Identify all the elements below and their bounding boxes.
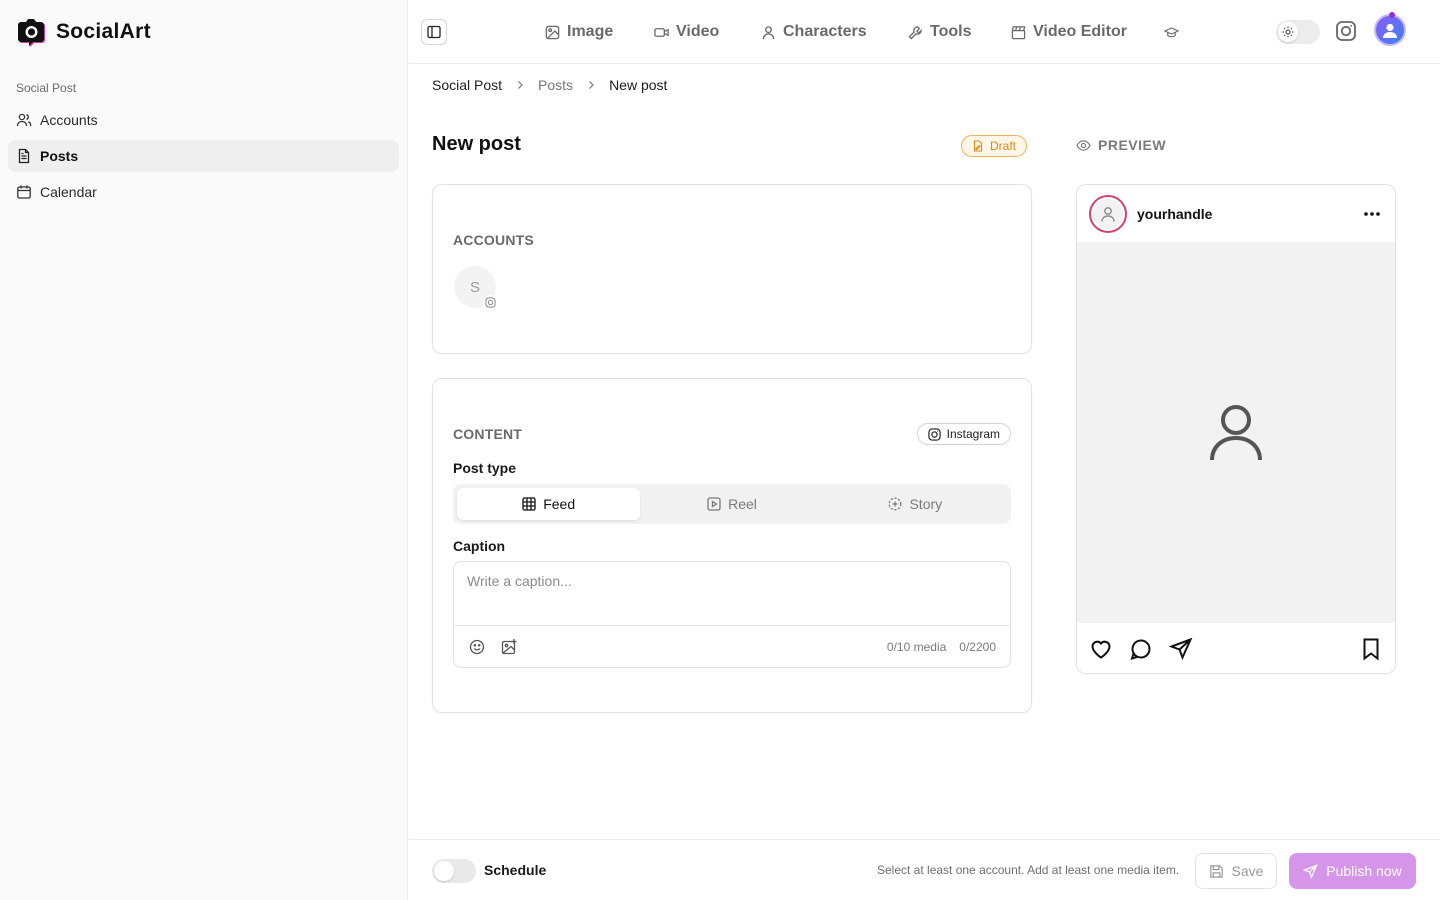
account-initial: S bbox=[469, 278, 480, 296]
user-icon bbox=[1101, 206, 1115, 222]
grid-icon bbox=[522, 497, 536, 511]
schedule-label: Schedule bbox=[484, 862, 547, 878]
instagram-icon bbox=[927, 427, 941, 441]
chevron-right-icon bbox=[589, 81, 594, 89]
preview-handle: yourhandle bbox=[1137, 205, 1213, 222]
nav-tools[interactable]: Tools bbox=[908, 20, 971, 44]
clapperboard-icon bbox=[1011, 25, 1026, 39]
send-icon[interactable] bbox=[1169, 637, 1193, 661]
action-bar: Schedule Select at least one account. Ad… bbox=[409, 839, 1440, 900]
nav-characters[interactable]: Characters bbox=[761, 20, 867, 44]
video-icon bbox=[654, 27, 669, 37]
calendar-icon bbox=[17, 185, 31, 199]
content-card: CONTENT Instagram Post type Feed Reel St… bbox=[432, 378, 1032, 713]
preview-avatar bbox=[1089, 194, 1127, 233]
graduation-cap-icon bbox=[1164, 26, 1179, 37]
document-icon bbox=[18, 148, 30, 164]
camera-logo-icon bbox=[18, 19, 45, 47]
account-platform-badge bbox=[483, 295, 497, 309]
app-name: SocialArt bbox=[56, 20, 151, 43]
preview-media-placeholder bbox=[1077, 242, 1395, 623]
comment-icon[interactable] bbox=[1129, 637, 1153, 661]
more-horizontal-icon bbox=[1364, 211, 1380, 216]
sidebar-item-label: Posts bbox=[40, 148, 79, 164]
sidebar-toggle-button[interactable] bbox=[421, 19, 447, 45]
nav-learn[interactable] bbox=[1164, 20, 1179, 44]
story-icon bbox=[889, 497, 902, 511]
validation-hint: Select at least one account. Add at leas… bbox=[877, 863, 1180, 877]
save-icon bbox=[1209, 864, 1223, 878]
sun-icon bbox=[1282, 26, 1294, 38]
platform-chip[interactable]: Instagram bbox=[916, 423, 1011, 445]
char-count: 0/2200 bbox=[959, 639, 996, 654]
page-title: New post bbox=[432, 133, 521, 155]
user-avatar-icon bbox=[1383, 23, 1397, 38]
caption-editor: 0/10 media 0/2200 bbox=[453, 561, 1011, 668]
post-type-label: Post type bbox=[453, 460, 517, 476]
post-type-feed[interactable]: Feed bbox=[457, 488, 641, 520]
breadcrumb-current: New post bbox=[609, 77, 668, 93]
theme-toggle[interactable] bbox=[1276, 20, 1320, 44]
instagram-icon[interactable] bbox=[1335, 20, 1357, 42]
instagram-icon bbox=[484, 296, 496, 308]
post-preview: yourhandle bbox=[1076, 184, 1396, 674]
heart-icon[interactable] bbox=[1089, 637, 1113, 661]
sidebar-item-label: Accounts bbox=[40, 112, 98, 128]
caption-input[interactable] bbox=[454, 562, 1010, 626]
breadcrumb-social-post[interactable]: Social Post bbox=[432, 77, 502, 93]
status-badge-label: Draft bbox=[990, 139, 1017, 153]
emoji-icon[interactable] bbox=[468, 638, 486, 656]
post-type-selector: Feed Reel Story bbox=[453, 484, 1011, 524]
play-square-icon bbox=[707, 497, 721, 511]
accounts-card: ACCOUNTS S bbox=[432, 184, 1032, 354]
caption-toolbar: 0/10 media 0/2200 bbox=[454, 625, 1010, 667]
add-image-icon[interactable] bbox=[500, 638, 518, 656]
user-placeholder-icon bbox=[1210, 404, 1262, 460]
app-logo[interactable]: SocialArt bbox=[16, 16, 151, 48]
chevron-right-icon bbox=[518, 81, 523, 89]
file-edit-icon bbox=[973, 140, 983, 152]
accounts-label: ACCOUNTS bbox=[453, 232, 534, 248]
caption-label: Caption bbox=[453, 538, 506, 554]
image-icon bbox=[545, 25, 560, 39]
notification-dot bbox=[1389, 12, 1395, 18]
more-options-button[interactable] bbox=[1361, 203, 1383, 225]
sidebar-item-label: Calendar bbox=[40, 184, 97, 200]
wrench-icon bbox=[908, 25, 922, 40]
schedule-toggle-knob bbox=[434, 861, 454, 881]
schedule-toggle[interactable] bbox=[432, 859, 476, 883]
sidebar-section-title: Social Post bbox=[16, 81, 77, 95]
breadcrumb-posts[interactable]: Posts bbox=[538, 77, 573, 93]
nav-video[interactable]: Video bbox=[654, 20, 719, 44]
sidebar-item-calendar[interactable]: Calendar bbox=[8, 176, 399, 208]
media-count: 0/10 media bbox=[886, 639, 947, 654]
save-button[interactable]: Save bbox=[1195, 853, 1277, 889]
publish-now-button[interactable]: Publish now bbox=[1289, 853, 1416, 889]
top-bar: Image Video Characters Tools Video Edito… bbox=[409, 0, 1440, 64]
post-type-story[interactable]: Story bbox=[824, 488, 1007, 520]
caption-counters: 0/10 media 0/2200 bbox=[887, 640, 996, 654]
content-label: CONTENT bbox=[453, 426, 523, 442]
theme-toggle-knob bbox=[1278, 22, 1298, 42]
user-icon bbox=[762, 25, 775, 39]
sidebar-item-accounts[interactable]: Accounts bbox=[8, 104, 399, 136]
users-icon bbox=[16, 113, 32, 127]
sidebar-item-posts[interactable]: Posts bbox=[8, 140, 399, 172]
nav-video-editor[interactable]: Video Editor bbox=[1011, 20, 1127, 44]
nav-image[interactable]: Image bbox=[545, 20, 613, 44]
eye-icon bbox=[1076, 139, 1091, 151]
preview-actions bbox=[1077, 623, 1395, 673]
user-avatar[interactable] bbox=[1374, 14, 1406, 46]
sidebar: SocialArt Social Post Accounts Posts Cal… bbox=[0, 0, 408, 900]
status-badge: Draft bbox=[961, 135, 1028, 157]
post-type-reel[interactable]: Reel bbox=[640, 488, 823, 520]
panel-left-icon bbox=[427, 25, 441, 39]
preview-header: yourhandle bbox=[1077, 185, 1395, 242]
breadcrumb: Social Post Posts New post bbox=[432, 77, 667, 93]
preview-heading: PREVIEW bbox=[1076, 137, 1166, 153]
send-icon bbox=[1303, 863, 1319, 879]
bookmark-icon[interactable] bbox=[1359, 637, 1383, 661]
